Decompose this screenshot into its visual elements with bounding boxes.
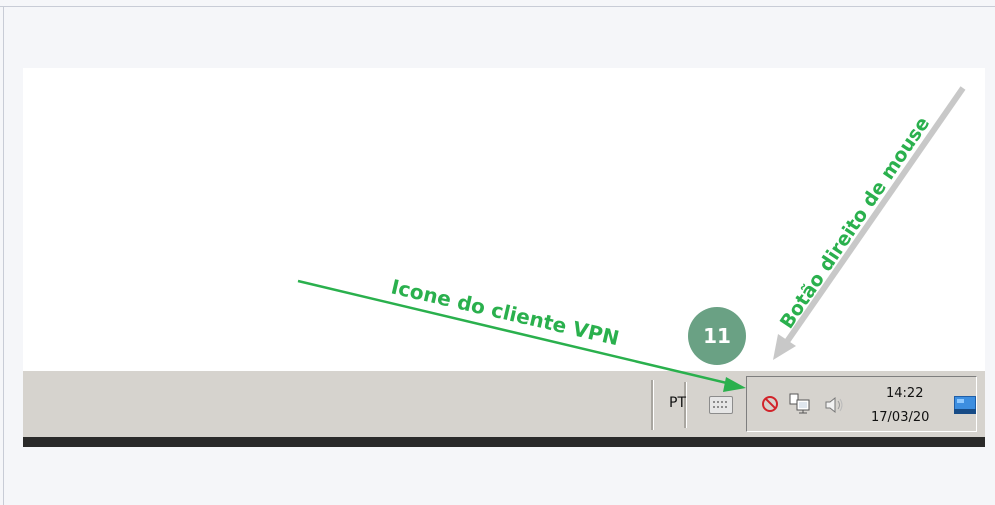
- network-icon[interactable]: [789, 393, 811, 415]
- clock-date[interactable]: 17/03/20: [871, 410, 929, 425]
- keyboard-icon[interactable]: [709, 396, 733, 414]
- show-desktop-icon[interactable]: [954, 396, 976, 414]
- volume-icon[interactable]: [823, 395, 845, 415]
- language-indicator[interactable]: PT: [669, 395, 686, 411]
- frame-top-border: [0, 6, 995, 7]
- system-tray: [746, 376, 977, 432]
- taskbar-separator: [651, 380, 654, 430]
- taskbar-bottom-edge: [23, 437, 985, 447]
- frame-left-border: [3, 6, 4, 505]
- vpn-client-icon[interactable]: [762, 396, 778, 412]
- step-number-badge: 11: [688, 307, 746, 365]
- clock-time[interactable]: 14:22: [886, 386, 923, 401]
